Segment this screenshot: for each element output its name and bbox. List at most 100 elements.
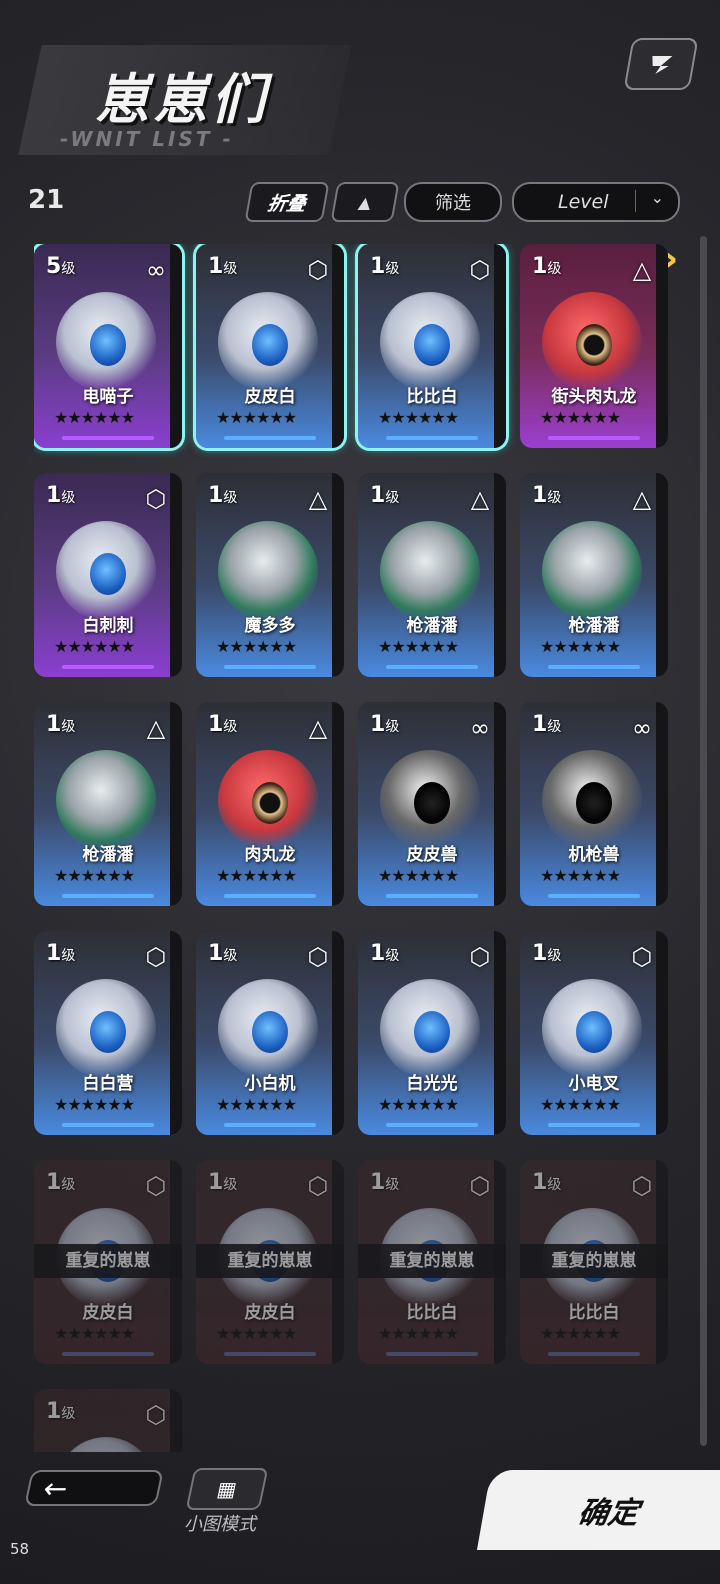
card-level-unit: 级 xyxy=(61,1177,76,1193)
card-level-unit: 级 xyxy=(223,948,238,964)
monster-eye xyxy=(414,324,450,366)
duplicate-label: 重复的崽崽 xyxy=(358,1244,506,1278)
monster-card[interactable]: 1级 ⬡ 比比白 ★★★★★★ xyxy=(358,244,506,448)
monster-card[interactable]: 1级 △ 魔多多 ★★★★★★ xyxy=(196,473,344,677)
card-level-unit: 级 xyxy=(61,948,76,964)
card-level-number: 1 xyxy=(370,483,386,508)
star-rating: ★★★★★★ xyxy=(54,1095,135,1114)
mini-view-button[interactable]: ▦ xyxy=(185,1468,269,1510)
card-level-number: 1 xyxy=(532,254,548,279)
share-arrow-icon xyxy=(652,56,673,74)
card-progress-bar xyxy=(548,665,640,669)
sort-select-value: Level xyxy=(558,191,609,213)
card-progress-bar xyxy=(62,1352,154,1356)
card-level-number: 1 xyxy=(532,941,548,966)
fold-button[interactable]: 折叠 xyxy=(244,182,330,222)
card-level: 1级 xyxy=(370,254,399,279)
card-level: 1级 xyxy=(46,1399,75,1424)
monster-card[interactable]: 1级 △ 枪潘潘 ★★★★★★ xyxy=(34,702,182,906)
monster-card[interactable]: 1级 ∞ 皮皮兽 ★★★★★★ xyxy=(358,702,506,906)
element-type-icon: ∞ xyxy=(146,256,166,284)
monster-card[interactable]: 1级 ⬡ 重复的崽崽 皮皮白 ★★★★★★ xyxy=(34,1160,182,1364)
card-level: 1级 xyxy=(208,483,237,508)
card-level-number: 5 xyxy=(46,254,62,279)
sort-order-button[interactable]: ▲ xyxy=(330,182,400,222)
card-progress-bar xyxy=(62,436,154,440)
filter-button[interactable]: 筛选 xyxy=(404,182,502,222)
monster-body xyxy=(542,521,642,621)
monster-body xyxy=(380,521,480,621)
monster-card[interactable]: 1级 △ 枪潘潘 ★★★★★★ xyxy=(358,473,506,677)
monster-card[interactable]: 1级 ⬡ 皮皮白 ★★★★★★ xyxy=(196,244,344,448)
monster-card[interactable]: 1级 △ 肉丸龙 ★★★★★★ xyxy=(196,702,344,906)
card-level: 1级 xyxy=(532,483,561,508)
card-name: 枪潘潘 xyxy=(568,616,620,636)
arrow-left-icon: ← xyxy=(40,1471,71,1505)
card-progress-bar xyxy=(62,1123,154,1127)
share-button[interactable] xyxy=(623,38,699,90)
card-progress-bar xyxy=(224,665,316,669)
card-name: 白光光 xyxy=(406,1074,458,1094)
card-level-number: 1 xyxy=(208,1170,224,1195)
card-name: 魔多多 xyxy=(244,616,296,636)
card-progress-bar xyxy=(386,436,478,440)
fps-counter: 58 xyxy=(10,1540,30,1558)
monster-card[interactable]: 1级 ⬡ 重复的崽崽 比比白 ★★★★★★ xyxy=(358,1160,506,1364)
card-level-number: 1 xyxy=(370,941,386,966)
card-level-unit: 级 xyxy=(547,719,562,735)
card-level: 1级 xyxy=(46,1170,75,1195)
card-level-unit: 级 xyxy=(547,1177,562,1193)
card-level: 5级 xyxy=(46,254,75,279)
card-progress-bar xyxy=(224,436,316,440)
scrollbar[interactable] xyxy=(700,236,707,1446)
card-level-number: 1 xyxy=(370,1170,386,1195)
monster-card[interactable]: 1级 ⬡ xyxy=(34,1389,182,1452)
card-level-unit: 级 xyxy=(223,490,238,506)
element-type-icon: △ xyxy=(146,714,166,742)
card-level-unit: 级 xyxy=(547,948,562,964)
card-progress-bar xyxy=(224,894,316,898)
monster-card[interactable]: 1级 ⬡ 小电叉 ★★★★★★ xyxy=(520,931,668,1135)
card-level-number: 1 xyxy=(46,483,62,508)
card-level: 1级 xyxy=(370,941,399,966)
monster-card[interactable]: 1级 ⬡ 重复的崽崽 比比白 ★★★★★★ xyxy=(520,1160,668,1364)
confirm-button[interactable]: 确定 xyxy=(476,1470,720,1550)
card-name: 比比白 xyxy=(568,1303,620,1323)
monster-card[interactable]: 1级 ⬡ 白白营 ★★★★★★ xyxy=(34,931,182,1135)
card-level-unit: 级 xyxy=(61,719,76,735)
back-button[interactable]: ← xyxy=(24,1470,164,1506)
card-name: 皮皮白 xyxy=(82,1303,134,1323)
monster-eye xyxy=(90,324,126,366)
card-progress-bar xyxy=(386,1352,478,1356)
monster-eye xyxy=(414,782,450,824)
element-type-icon: ⬡ xyxy=(469,943,491,971)
card-name: 小白机 xyxy=(244,1074,296,1094)
element-type-icon: ⬡ xyxy=(631,1172,653,1200)
card-level: 1级 xyxy=(46,712,75,737)
chevron-down-icon: ⌄ xyxy=(650,188,664,207)
card-name: 小电叉 xyxy=(568,1074,620,1094)
triangle-up-icon: ▲ xyxy=(357,192,373,212)
card-progress-bar xyxy=(62,894,154,898)
monster-card[interactable]: 1级 ⬡ 白刺刺 ★★★★★★ xyxy=(34,473,182,677)
card-progress-bar xyxy=(386,665,478,669)
star-rating: ★★★★★★ xyxy=(378,866,459,885)
star-rating: ★★★★★★ xyxy=(216,408,297,427)
monster-card[interactable]: 5级 ∞ 电喵子 ★★★★★★ xyxy=(34,244,182,448)
duplicate-label: 重复的崽崽 xyxy=(520,1244,668,1278)
monster-card[interactable]: 1级 ⬡ 重复的崽崽 皮皮白 ★★★★★★ xyxy=(196,1160,344,1364)
monster-card[interactable]: 1级 ⬡ 白光光 ★★★★★★ xyxy=(358,931,506,1135)
monster-card[interactable]: 1级 △ 街头肉丸龙 ★★★★★★ xyxy=(520,244,668,448)
monster-card[interactable]: 1级 ∞ 机枪兽 ★★★★★★ xyxy=(520,702,668,906)
element-type-icon: ⬡ xyxy=(307,943,329,971)
star-rating: ★★★★★★ xyxy=(378,1324,459,1343)
monster-card[interactable]: 1级 △ 枪潘潘 ★★★★★★ xyxy=(520,473,668,677)
sort-select[interactable]: Level ⌄ xyxy=(512,182,680,222)
monster-eye xyxy=(90,553,126,595)
monster-card[interactable]: 1级 ⬡ 小白机 ★★★★★★ xyxy=(196,931,344,1135)
card-level: 1级 xyxy=(532,712,561,737)
card-name: 枪潘潘 xyxy=(406,616,458,636)
card-level-number: 1 xyxy=(46,1170,62,1195)
card-name: 白白营 xyxy=(82,1074,134,1094)
element-type-icon: ⬡ xyxy=(145,1401,167,1429)
